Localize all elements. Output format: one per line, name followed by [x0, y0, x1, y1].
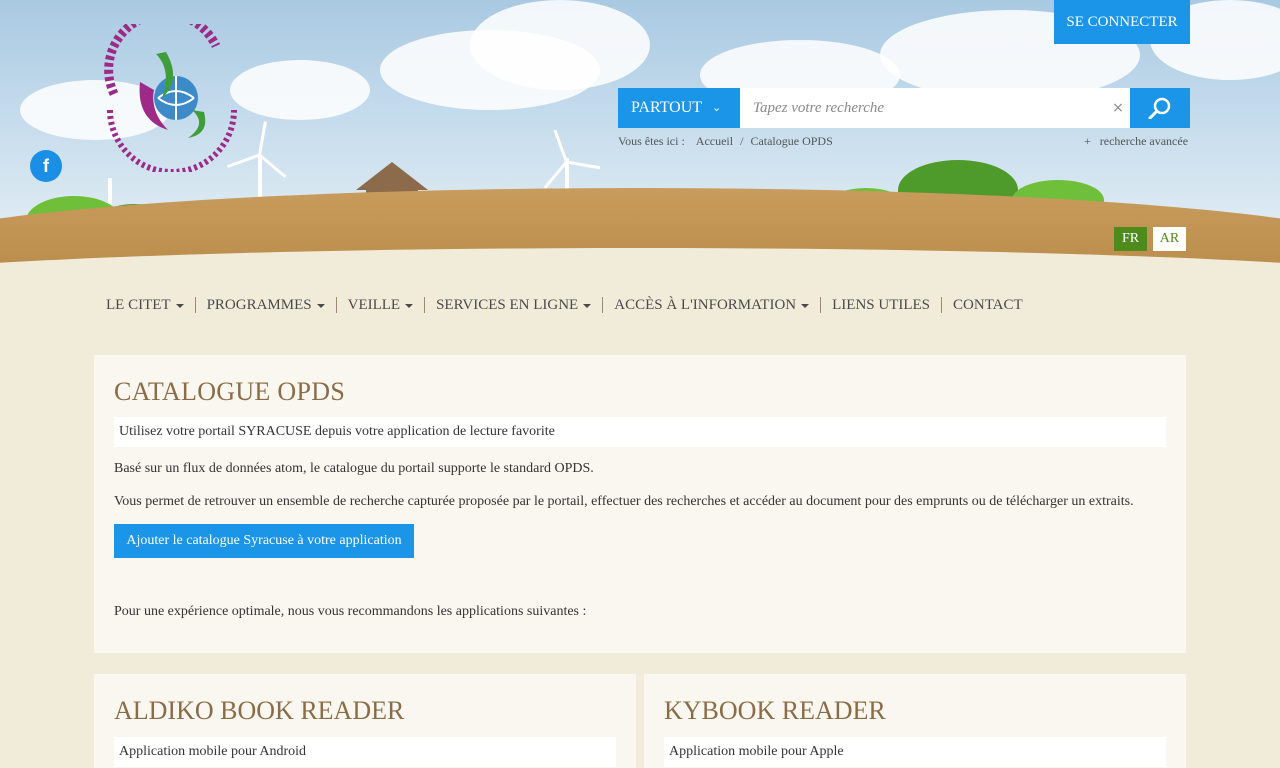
- breadcrumb-separator: /: [740, 134, 744, 148]
- opds-catalog-panel: CATALOGUE OPDS Utilisez votre portail SY…: [94, 355, 1186, 653]
- app-card-aldiko: ALDIKO BOOK READER Application mobile po…: [94, 674, 636, 768]
- chevron-down-icon: ⌄: [712, 102, 722, 114]
- login-button[interactable]: SE CONNECTER: [1054, 0, 1190, 44]
- nav-item-label: PROGRAMMES: [206, 297, 312, 313]
- citet-logo[interactable]: [96, 9, 244, 175]
- advanced-search-link[interactable]: + recherche avancée: [1084, 134, 1188, 149]
- nav-item-veille[interactable]: VEILLE: [335, 297, 424, 313]
- turbine-blade: [258, 153, 287, 179]
- recommendation-paragraph: Pour une expérience optimale, nous vous …: [114, 604, 587, 619]
- language-ar-button[interactable]: AR: [1153, 227, 1186, 251]
- advanced-search-label: recherche avancée: [1099, 134, 1189, 148]
- turbine-blade: [258, 121, 267, 156]
- search-scope-select[interactable]: PARTOUT ⌄: [618, 88, 740, 128]
- main-navigation: LE CITET PROGRAMMES VEILLE SERVICES EN L…: [94, 294, 1034, 316]
- turbine-blade: [553, 129, 568, 163]
- app-subtitle: Application mobile pour Android: [114, 737, 616, 767]
- cloud: [230, 60, 370, 120]
- caret-down-icon: [316, 303, 325, 308]
- app-subtitle: Application mobile pour Apple: [664, 737, 1166, 767]
- search-icon: [1148, 97, 1171, 119]
- caret-down-icon: [801, 303, 810, 308]
- cloud: [470, 0, 650, 90]
- nav-item-label: ACCÈS À L'INFORMATION: [614, 297, 797, 313]
- nav-item-label: CONTACT: [953, 297, 1023, 313]
- search-input[interactable]: [740, 88, 1130, 128]
- breadcrumb-prefix: Vous êtes ici :: [618, 134, 685, 148]
- app-title: KYBOOK READER: [664, 696, 886, 725]
- nav-item-contact[interactable]: CONTACT: [941, 297, 1034, 313]
- turbine-blade: [566, 160, 601, 170]
- header-banner: f SE CONNECTER PARTOUT ⌄ × Vous êtes ici…: [0, 0, 1280, 280]
- nav-item-programmes[interactable]: PROGRAMMES: [194, 297, 336, 313]
- breadcrumb-current: Catalogue OPDS: [750, 134, 833, 148]
- app-title: ALDIKO BOOK READER: [114, 696, 405, 725]
- logo-emblem-icon: [104, 9, 237, 175]
- nav-item-label: LIENS UTILES: [832, 297, 931, 313]
- description-paragraph: Vous permet de retrouver un ensemble de …: [114, 494, 1134, 509]
- breadcrumb-home-link[interactable]: Accueil: [696, 134, 733, 148]
- nav-item-label: VEILLE: [347, 297, 401, 313]
- plus-icon: +: [1084, 134, 1091, 148]
- nav-item-label: LE CITET: [106, 297, 171, 313]
- add-catalog-button[interactable]: Ajouter le catalogue Syracuse à votre ap…: [114, 524, 414, 558]
- clear-icon[interactable]: ×: [1108, 88, 1128, 128]
- page-subtitle: Utilisez votre portail SYRACUSE depuis v…: [114, 417, 1166, 447]
- search-bar: PARTOUT ⌄ ×: [618, 88, 1190, 128]
- search-scope-label: PARTOUT: [631, 99, 703, 116]
- app-card-kybook: KYBOOK READER Application mobile pour Ap…: [644, 674, 1186, 768]
- nav-item-services-en-ligne[interactable]: SERVICES EN LIGNE: [424, 297, 602, 313]
- breadcrumb: Vous êtes ici : Accueil / Catalogue OPDS: [618, 134, 837, 149]
- caret-down-icon: [583, 303, 592, 308]
- caret-down-icon: [405, 303, 414, 308]
- nav-item-label: SERVICES EN LIGNE: [436, 297, 579, 313]
- nav-item-acces-information[interactable]: ACCÈS À L'INFORMATION: [602, 297, 820, 313]
- language-fr-button[interactable]: FR: [1114, 227, 1147, 251]
- nav-item-le-citet[interactable]: LE CITET: [94, 297, 195, 313]
- description-paragraph: Basé sur un flux de données atom, le cat…: [114, 461, 594, 476]
- page-title: CATALOGUE OPDS: [114, 377, 346, 406]
- nav-item-liens-utiles[interactable]: LIENS UTILES: [820, 297, 941, 313]
- caret-down-icon: [175, 303, 184, 308]
- facebook-icon[interactable]: f: [30, 150, 62, 182]
- search-button[interactable]: [1130, 88, 1190, 128]
